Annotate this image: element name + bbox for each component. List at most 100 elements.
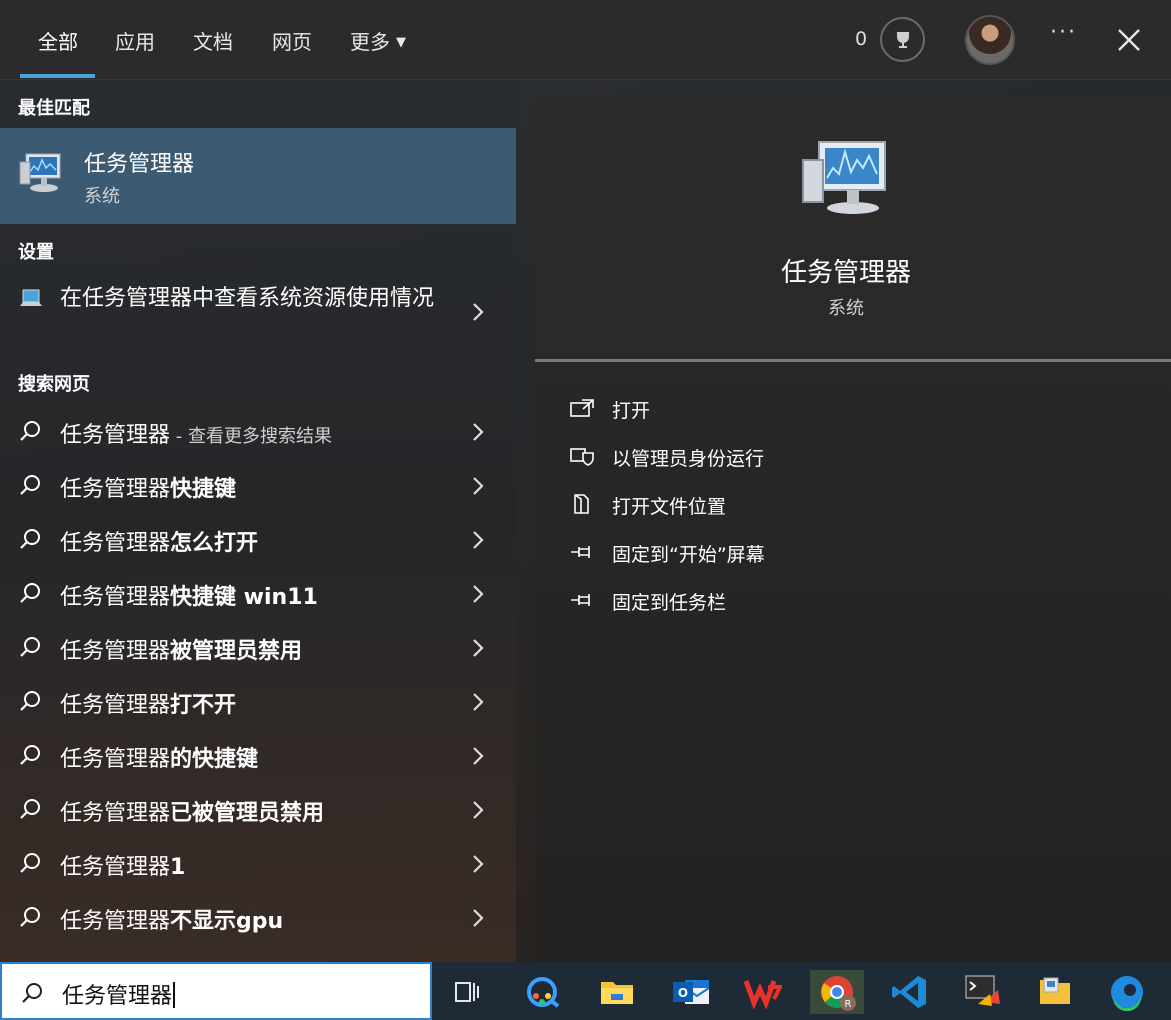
web-result-base: 任务管理器: [60, 855, 171, 880]
file-explorer-icon[interactable]: [594, 970, 640, 1014]
tab-web[interactable]: 网页: [272, 26, 312, 55]
web-result-row[interactable]: 任务管理器快捷键 win11: [0, 567, 516, 621]
action-open-file-location-label: 打开文件位置: [612, 496, 727, 518]
web-result-row[interactable]: 任务管理器 - 查看更多搜索结果: [0, 405, 516, 459]
chevron-right-icon: [473, 747, 484, 765]
web-result-base: 任务管理器: [60, 747, 171, 772]
chat-app-icon[interactable]: [520, 970, 566, 1014]
user-avatar[interactable]: [965, 15, 1015, 65]
web-result-text: 任务管理器打不开: [60, 687, 236, 719]
tab-more[interactable]: 更多 ▼: [350, 26, 406, 55]
vscode-icon[interactable]: [886, 970, 932, 1014]
search-icon: [22, 983, 42, 1003]
close-icon[interactable]: [1113, 24, 1145, 56]
web-result-row[interactable]: 任务管理器被管理员禁用: [0, 621, 516, 675]
chevron-right-icon: [473, 531, 484, 549]
web-result-row[interactable]: 任务管理器1: [0, 837, 516, 891]
chevron-right-icon: [473, 801, 484, 819]
file-location-icon: [574, 494, 589, 514]
web-result-row[interactable]: 任务管理器的快捷键: [0, 729, 516, 783]
search-icon: [20, 799, 40, 819]
shield-icon: [570, 448, 594, 466]
web-result-extra: 1: [170, 855, 186, 880]
chevron-right-icon: [473, 693, 484, 711]
laptop-icon: [20, 289, 42, 306]
web-result-text: 任务管理器已被管理员禁用: [60, 795, 324, 827]
search-icon: [20, 637, 40, 657]
web-result-extra: 被管理员禁用: [170, 639, 303, 664]
ellipsis-icon[interactable]: ···: [1050, 20, 1077, 45]
action-run-as-admin-label: 以管理员身份运行: [612, 448, 765, 470]
web-result-text: 任务管理器怎么打开: [60, 525, 258, 557]
web-result-row[interactable]: 任务管理器怎么打开: [0, 513, 516, 567]
settings-result-label: 在任务管理器中查看系统资源使用情况: [60, 286, 435, 311]
web-result-text: 任务管理器 - 查看更多搜索结果: [60, 417, 332, 449]
best-match-subtitle: 系统: [84, 186, 120, 207]
web-result-text: 任务管理器1: [60, 849, 185, 881]
search-icon: [20, 475, 40, 495]
chevron-right-icon: [473, 909, 484, 927]
chevron-right-icon: [473, 639, 484, 657]
search-query: 任务管理器: [62, 984, 173, 1009]
settings-result[interactable]: 在任务管理器中查看系统资源使用情况: [0, 276, 516, 348]
control-panel-icon[interactable]: [1032, 970, 1078, 1014]
web-result-text: 任务管理器被管理员禁用: [60, 633, 302, 665]
tab-apps[interactable]: 应用: [115, 26, 155, 55]
search-icon: [20, 583, 40, 603]
web-result-row[interactable]: 任务管理器打不开: [0, 675, 516, 729]
chevron-right-icon: [473, 303, 484, 321]
action-open-label: 打开: [612, 400, 651, 422]
web-result-base: 任务管理器: [60, 477, 171, 502]
task-view-icon[interactable]: [444, 970, 490, 1014]
web-result-extra: 的快捷键: [170, 747, 259, 772]
web-result-base: 任务管理器: [60, 801, 171, 826]
web-result-text: 任务管理器不显示gpu: [60, 903, 283, 935]
rewards-points: 0: [855, 28, 868, 50]
preview-subtitle: 系统: [828, 298, 864, 319]
web-search-heading: 搜索网页: [18, 374, 90, 395]
action-run-as-admin[interactable]: 以管理员身份运行: [569, 440, 1129, 472]
web-result-row[interactable]: 任务管理器已被管理员禁用: [0, 783, 516, 837]
action-pin-to-start-label: 固定到“开始”屏幕: [612, 544, 765, 566]
outlook-icon[interactable]: O: [668, 970, 714, 1014]
action-open[interactable]: 打开: [569, 392, 1129, 424]
search-icon: [20, 691, 40, 711]
web-result-text: 任务管理器快捷键 win11: [60, 579, 318, 611]
web-result-query: 任务管理器: [60, 423, 171, 448]
web-result-extra: 不显示gpu: [170, 909, 284, 934]
caret-down-icon: ▼: [396, 35, 406, 50]
web-result-row[interactable]: 任务管理器快捷键: [0, 459, 516, 513]
top-tab-bar: 全部 应用 文档 网页 更多 ▼ 0 ···: [0, 0, 1171, 80]
chevron-right-icon: [473, 855, 484, 873]
best-match-title: 任务管理器: [84, 152, 195, 177]
tab-documents[interactable]: 文档: [193, 26, 233, 55]
web-result-row[interactable]: 任务管理器不显示gpu: [0, 891, 516, 945]
web-result-extra: 怎么打开: [170, 531, 259, 556]
trophy-icon[interactable]: [880, 17, 925, 62]
tab-more-label: 更多: [350, 30, 390, 54]
action-pin-to-start[interactable]: 固定到“开始”屏幕: [569, 536, 1129, 568]
search-value: 任务管理器: [62, 978, 176, 1010]
tab-all[interactable]: 全部: [38, 26, 78, 55]
chevron-right-icon: [473, 585, 484, 603]
web-result-text: 任务管理器快捷键: [60, 471, 236, 503]
terminal-icon[interactable]: [960, 970, 1006, 1014]
action-open-file-location[interactable]: 打开文件位置: [569, 488, 1129, 520]
taskbar: 任务管理器 O R: [0, 962, 1171, 1020]
task-manager-icon: [802, 141, 886, 214]
web-result-base: 任务管理器: [60, 585, 171, 610]
web-result-extra: 快捷键: [170, 477, 237, 502]
action-pin-to-taskbar[interactable]: 固定到任务栏: [569, 584, 1129, 616]
text-cursor: [173, 982, 176, 1008]
edge-icon[interactable]: [1104, 970, 1150, 1014]
best-match-result[interactable]: 任务管理器 系统: [0, 128, 516, 224]
web-result-extra: 打不开: [170, 693, 237, 718]
results-panel: 最佳匹配 任务管理器 系统 设置 在任务管理器中查看系统资源使用情况 搜索网页: [0, 80, 516, 962]
svg-text:O: O: [678, 986, 688, 1000]
chrome-icon[interactable]: R: [810, 970, 864, 1014]
wps-office-icon[interactable]: [740, 970, 786, 1014]
pin-icon: [571, 594, 590, 606]
action-pin-to-taskbar-label: 固定到任务栏: [612, 592, 727, 614]
search-input[interactable]: 任务管理器: [0, 962, 432, 1020]
best-match-heading: 最佳匹配: [18, 98, 90, 119]
